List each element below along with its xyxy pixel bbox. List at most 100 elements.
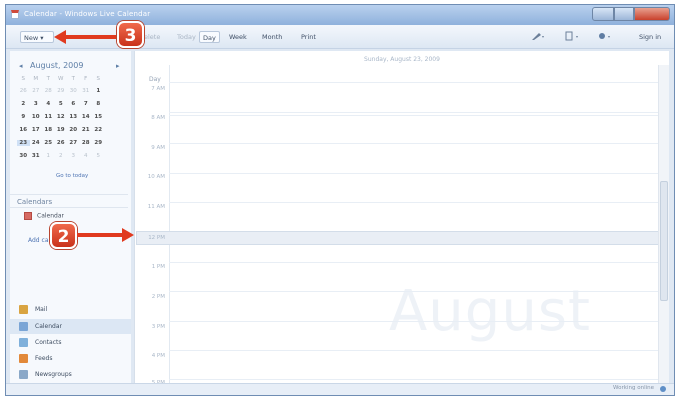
calendar-day[interactable]: 17 [30, 127, 43, 133]
calendar-day[interactable]: 6 [67, 101, 80, 107]
mini-calendar-month: August, 2009 [30, 61, 84, 70]
vertical-scrollbar[interactable] [658, 65, 669, 385]
calendar-day[interactable]: 16 [17, 127, 30, 133]
online-status-icon [660, 386, 666, 392]
calendar-day[interactable]: 15 [92, 114, 105, 120]
calendar-day[interactable]: 21 [80, 127, 93, 133]
calendar-day[interactable]: 9 [17, 114, 30, 120]
weekday-header: T [71, 76, 75, 82]
chevron-down-icon: ▾ [40, 34, 44, 42]
scrollbar-thumb[interactable] [660, 181, 668, 301]
time-slot-line [169, 115, 669, 116]
copy-icon[interactable] [562, 31, 584, 43]
callout-arrow-line [77, 233, 123, 237]
today-button[interactable]: Today [174, 31, 199, 43]
calendar-day[interactable]: 27 [67, 140, 80, 146]
nav-item-feeds[interactable]: Feeds [10, 351, 131, 366]
calendar-icon [19, 322, 28, 331]
prev-month-button[interactable]: ◂ [19, 62, 23, 70]
time-label: 12 PM [148, 235, 165, 241]
newsgroups-icon [19, 370, 28, 379]
nav-item-label: Newsgroups [35, 371, 72, 378]
time-label: 10 AM [147, 174, 165, 180]
calendar-day[interactable]: 4 [80, 153, 93, 159]
calendar-day[interactable]: 13 [67, 114, 80, 120]
calendar-day[interactable]: 24 [30, 140, 43, 146]
time-label: 2 PM [151, 294, 165, 300]
status-bar: Working online [6, 383, 674, 395]
calendar-day[interactable]: 10 [30, 114, 43, 120]
next-month-button[interactable]: ▸ [116, 62, 120, 70]
callout-arrow-line [65, 35, 117, 39]
calendar-app-icon [11, 10, 19, 19]
date-header: Sunday, August 23, 2009 [364, 56, 440, 63]
calendar-day[interactable]: 30 [67, 88, 80, 94]
window-controls [592, 7, 670, 21]
calendar-day[interactable]: 2 [55, 153, 68, 159]
calendar-day[interactable]: 1 [92, 88, 105, 94]
go-to-today-link[interactable]: Go to today [56, 173, 88, 179]
time-slot-line [169, 321, 669, 322]
nav-item-label: Mail [35, 306, 48, 313]
calendar-day[interactable]: 5 [55, 101, 68, 107]
calendar-day[interactable]: 28 [80, 140, 93, 146]
selected-time-slot[interactable] [136, 231, 666, 245]
time-slot-line [169, 173, 669, 174]
nav-item-calendar[interactable]: Calendar [10, 319, 131, 334]
nav-item-newsgroups[interactable]: Newsgroups [10, 367, 131, 382]
calendar-day[interactable]: 2 [17, 101, 30, 107]
calendar-day[interactable]: 31 [30, 153, 43, 159]
pen-icon[interactable] [528, 31, 548, 43]
calendar-day[interactable]: 27 [30, 88, 43, 94]
time-label: 8 AM [151, 115, 165, 121]
calendar-day[interactable]: 18 [42, 127, 55, 133]
month-view-button[interactable]: Month [259, 31, 285, 43]
calendar-day[interactable]: 31 [80, 88, 93, 94]
calendar-day[interactable]: 20 [67, 127, 80, 133]
calendar-day[interactable]: 1 [42, 153, 55, 159]
print-button[interactable]: Print [298, 31, 319, 43]
calendar-week-row: 26 27 28 29 30 31 1 [17, 88, 105, 94]
calendar-day[interactable]: 8 [92, 101, 105, 107]
calendar-week-row: 23 24 25 26 27 28 29 [17, 140, 105, 146]
close-button[interactable] [634, 7, 670, 21]
nav-item-contacts[interactable]: Contacts [10, 335, 131, 350]
calendar-day[interactable]: 12 [55, 114, 68, 120]
calendar-day[interactable]: 25 [42, 140, 55, 146]
calendar-day[interactable]: 28 [42, 88, 55, 94]
weekday-header: W [58, 76, 64, 82]
calendar-day[interactable]: 22 [92, 127, 105, 133]
time-slot-line [169, 291, 669, 292]
sign-in-link[interactable]: Sign in [636, 31, 664, 43]
calendar-checkbox[interactable] [24, 212, 32, 220]
calendar-day[interactable]: 26 [17, 88, 30, 94]
window-title: Calendar - Windows Live Calendar [24, 10, 151, 18]
calendar-day[interactable]: 29 [55, 88, 68, 94]
time-label: 3 PM [151, 324, 165, 330]
week-view-button[interactable]: Week [226, 31, 250, 43]
calendar-day[interactable]: 29 [92, 140, 105, 146]
calendar-day[interactable]: 11 [42, 114, 55, 120]
nav-item-mail[interactable]: Mail [10, 302, 131, 317]
calendar-day-selected[interactable]: 23 [17, 140, 30, 146]
calendar-day[interactable]: 30 [17, 153, 30, 159]
calendar-day[interactable]: 3 [67, 153, 80, 159]
maximize-button[interactable] [614, 7, 634, 21]
time-label: 1 PM [151, 264, 165, 270]
calendar-day[interactable]: 7 [80, 101, 93, 107]
time-label: 9 AM [151, 145, 165, 151]
menu-icon[interactable] [595, 31, 617, 43]
calendar-day[interactable]: 3 [30, 101, 43, 107]
calendar-day[interactable]: 14 [80, 114, 93, 120]
calendar-list-item[interactable]: Calendar [24, 212, 64, 220]
calendar-day[interactable]: 26 [55, 140, 68, 146]
calendar-day[interactable]: 4 [42, 101, 55, 107]
new-button[interactable]: New ▾ [20, 31, 54, 43]
weekday-header: S [21, 76, 26, 82]
callout-arrow-head [122, 228, 134, 242]
calendar-day[interactable]: 19 [55, 127, 68, 133]
minimize-button[interactable] [592, 7, 614, 21]
time-slot-line [169, 82, 669, 83]
day-view-button[interactable]: Day [199, 31, 220, 43]
calendar-day[interactable]: 5 [92, 153, 105, 159]
